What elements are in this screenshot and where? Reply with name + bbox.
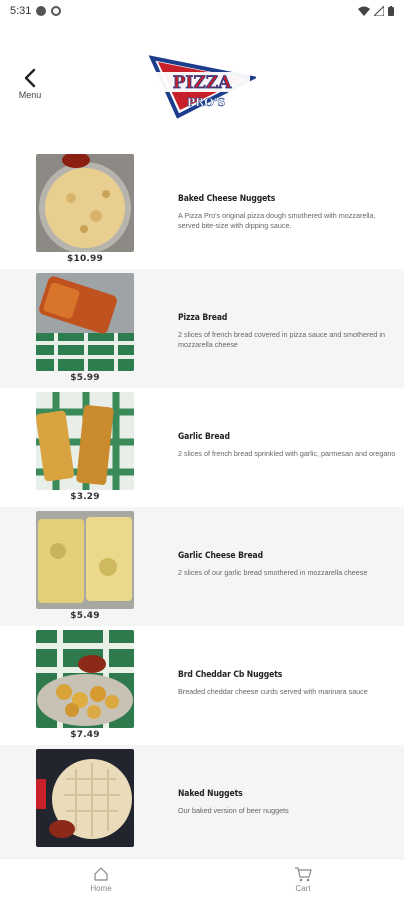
home-icon [94, 867, 108, 881]
item-photo [36, 154, 134, 252]
tab-cart[interactable]: Cart [202, 859, 404, 900]
item-price: $10.99 [67, 254, 103, 264]
back-button[interactable]: Menu [8, 68, 52, 108]
item-photo [36, 392, 134, 490]
menu-item[interactable]: $5.49 Garlic Cheese Bread 2 slices of ou… [0, 507, 404, 626]
item-description: A Pizza Pro's original pizza dough smoth… [178, 211, 376, 230]
menu-list: $10.99 Baked Cheese Nuggets A Pizza Pro'… [0, 150, 404, 858]
menu-item[interactable]: $10.99 Baked Cheese Nuggets A Pizza Pro'… [0, 150, 404, 269]
cart-icon [295, 867, 312, 882]
item-photo [36, 630, 134, 728]
chevron-left-icon [24, 68, 36, 88]
bottom-nav: Home Cart [0, 858, 404, 900]
menu-item[interactable]: $5.99 Pizza Bread 2 slices of french bre… [0, 269, 404, 388]
item-photo [36, 273, 134, 371]
back-label: Menu [18, 90, 42, 100]
svg-text:PIZZA: PIZZA [173, 73, 233, 93]
menu-item[interactable]: $7.49 Brd Cheddar Cb Nuggets Breaded che… [0, 626, 404, 745]
item-name: Garlic Bread [178, 432, 230, 442]
item-description: 2 slices of french bread covered in pizz… [178, 330, 385, 349]
item-description: 2 slices of french bread sprinkled with … [178, 449, 396, 458]
menu-item[interactable]: $3.29 Garlic Bread 2 slices of french br… [0, 388, 404, 507]
tab-home[interactable]: Home [0, 859, 202, 900]
item-description: 2 slices of our garlic bread smothered i… [178, 568, 368, 577]
item-name: Pizza Bread [178, 313, 228, 323]
item-name: Brd Cheddar Cb Nuggets [178, 670, 283, 680]
item-price: $5.99 [70, 373, 100, 383]
item-price: $7.49 [70, 730, 100, 740]
status-bar: 5:31 [0, 0, 404, 22]
tab-home-label: Home [90, 884, 112, 893]
item-price: $5.49 [70, 611, 100, 621]
item-description: Breaded cheddar cheese curds served with… [178, 687, 368, 696]
signal-icon [374, 6, 384, 16]
item-name: Naked Nuggets [178, 789, 243, 799]
item-name: Baked Cheese Nuggets [178, 194, 276, 204]
wifi-icon [358, 6, 370, 16]
item-price: $3.29 [70, 492, 100, 502]
svg-text:PRO'S: PRO'S [187, 96, 225, 109]
settings-notification-icon [36, 6, 47, 16]
menu-item[interactable]: Naked Nuggets Our baked version of beer … [0, 745, 404, 858]
item-name: Garlic Cheese Bread [178, 551, 263, 561]
item-photo [36, 511, 134, 609]
item-description: Our baked version of beer nuggets [178, 806, 289, 815]
pizza-pros-logo: PIZZA PRO'S [148, 55, 256, 119]
sync-notification-icon [51, 6, 62, 16]
status-time: 5:31 [10, 5, 32, 17]
tab-cart-label: Cart [295, 884, 311, 893]
header: Menu PIZZA PRO'S [0, 40, 404, 140]
item-photo [36, 749, 134, 847]
battery-icon [388, 6, 394, 16]
